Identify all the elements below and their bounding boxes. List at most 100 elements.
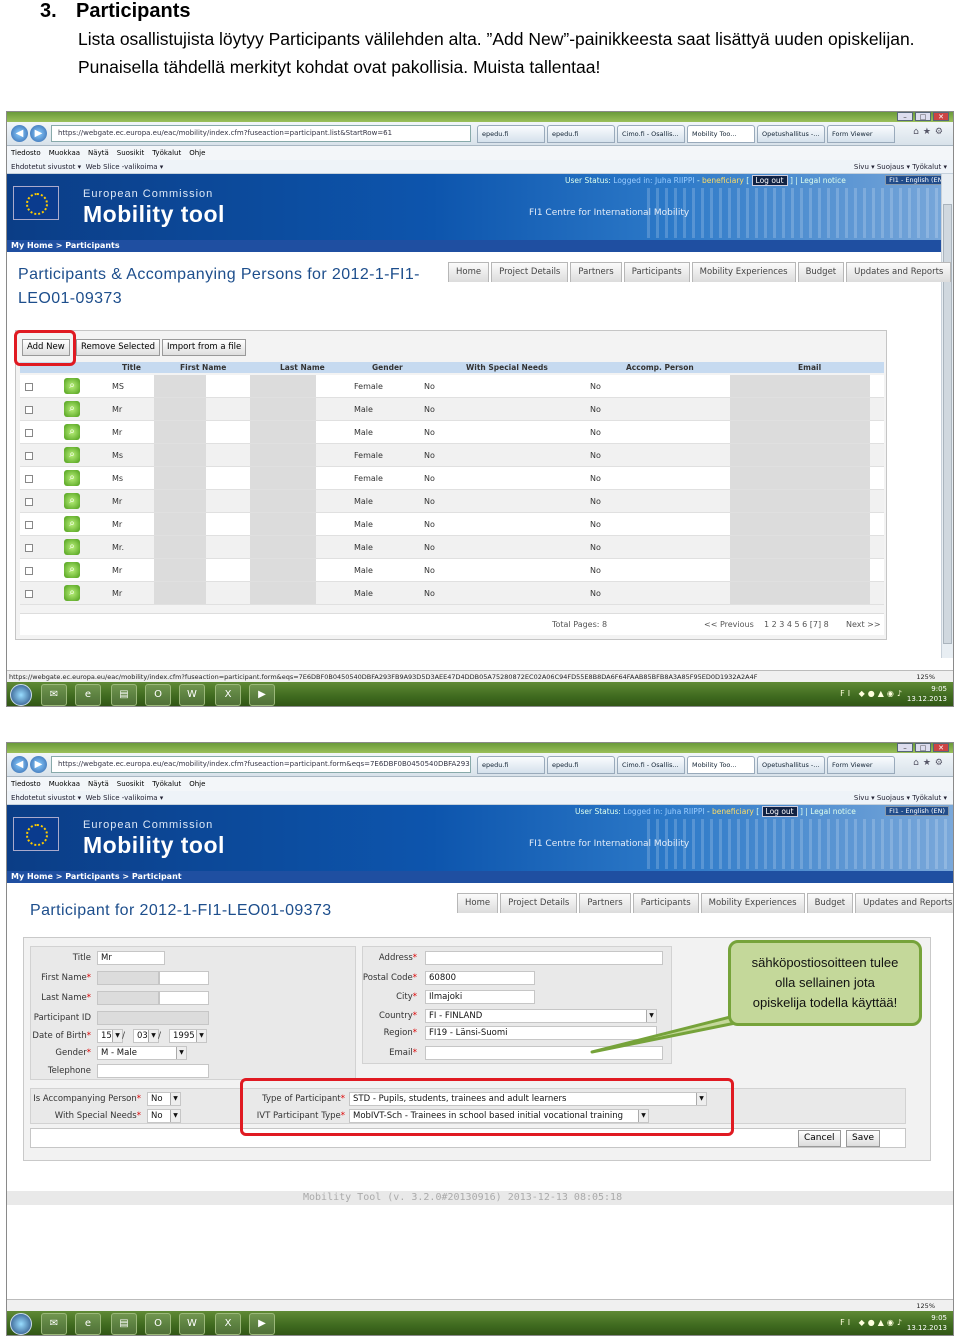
col-first-name[interactable]: First Name: [180, 362, 226, 373]
view-magnifier-icon[interactable]: ⌕: [64, 493, 80, 509]
ie-icon[interactable]: e: [75, 684, 101, 706]
browser-tab[interactable]: Cimo.fi - Osallis...: [617, 756, 685, 774]
tab-mobility-experiences[interactable]: Mobility Experiences: [691, 262, 796, 282]
suggested-sites-link[interactable]: Ehdotetut sivustot ▾: [11, 163, 81, 171]
legal-notice-link[interactable]: Legal notice: [810, 807, 856, 816]
start-button[interactable]: [10, 684, 32, 706]
url-input[interactable]: https://webgate.ec.europa.eu/eac/mobilit…: [51, 125, 471, 142]
tab-budget[interactable]: Budget: [797, 262, 845, 282]
view-magnifier-icon[interactable]: ⌕: [64, 539, 80, 555]
tab-updates-reports[interactable]: Updates and Reports: [855, 893, 953, 913]
browser-tab[interactable]: Cimo.fi - Osallis...: [617, 125, 685, 143]
view-magnifier-icon[interactable]: ⌕: [64, 401, 80, 417]
view-magnifier-icon[interactable]: ⌕: [64, 447, 80, 463]
tab-participants[interactable]: Participants: [623, 262, 690, 282]
table-row[interactable]: ⌕ Mr Male No No: [20, 559, 884, 582]
start-button[interactable]: [10, 1313, 32, 1335]
browser-tab-active[interactable]: Mobility Too...: [687, 125, 755, 143]
page-links[interactable]: 1 2 3 4 5 6 [7] 8: [764, 614, 829, 636]
command-bar[interactable]: Sivu ▾ Suojaus ▾ Työkalut ▾: [854, 791, 947, 805]
col-accomp-person[interactable]: Accomp. Person: [626, 362, 694, 373]
table-row[interactable]: ⌕ Mr Male No No: [20, 490, 884, 513]
menu-help[interactable]: Ohje: [189, 149, 205, 157]
menu-edit[interactable]: Muokkaa: [49, 149, 80, 157]
row-checkbox[interactable]: [25, 521, 33, 529]
remove-selected-button[interactable]: Remove Selected: [76, 339, 161, 356]
language-select[interactable]: FI1 - English (EN): [885, 175, 949, 185]
gender-select[interactable]: M - Male ▼: [97, 1046, 187, 1060]
tray-icons[interactable]: FI ◆●▲◉♪: [840, 689, 905, 698]
previous-link[interactable]: << Previous: [704, 614, 754, 636]
close-icon[interactable]: ✕: [933, 112, 949, 121]
breadcrumb[interactable]: My Home > Participants: [7, 240, 943, 252]
import-file-button[interactable]: Import from a file: [162, 339, 247, 356]
forward-icon[interactable]: ▶: [30, 125, 47, 142]
accompanying-select[interactable]: No ▼: [147, 1092, 181, 1106]
browser-tab[interactable]: Form Viewer: [827, 125, 895, 143]
scrollbar[interactable]: [941, 174, 953, 658]
tab-updates-reports[interactable]: Updates and Reports: [846, 262, 952, 282]
col-last-name[interactable]: Last Name: [280, 362, 325, 373]
row-checkbox[interactable]: [25, 567, 33, 575]
tab-partners[interactable]: Partners: [570, 262, 622, 282]
explorer-icon[interactable]: ▤: [111, 1313, 137, 1335]
zoom-level[interactable]: 125%: [916, 1300, 935, 1311]
tab-participants[interactable]: Participants: [632, 893, 699, 913]
web-slice-link[interactable]: Web Slice -valikoima ▾: [86, 794, 164, 802]
table-row[interactable]: ⌕ Ms Female No No: [20, 444, 884, 467]
explorer-icon[interactable]: ▤: [111, 684, 137, 706]
row-checkbox[interactable]: [25, 498, 33, 506]
tab-project-details[interactable]: Project Details: [500, 893, 578, 913]
outlook-icon[interactable]: ✉: [41, 684, 67, 706]
col-gender[interactable]: Gender: [372, 362, 403, 373]
web-slice-link[interactable]: Web Slice -valikoima ▾: [86, 163, 164, 171]
table-row[interactable]: ⌕ MS Female No No: [20, 375, 884, 398]
minimize-icon[interactable]: –: [897, 112, 913, 121]
col-special-needs[interactable]: With Special Needs: [466, 362, 548, 373]
menu-tools[interactable]: Työkalut: [152, 780, 181, 788]
col-title[interactable]: Title: [122, 362, 141, 373]
table-row[interactable]: ⌕ Mr Male No No: [20, 513, 884, 536]
language-select[interactable]: FI1 - English (EN): [885, 806, 949, 816]
row-checkbox[interactable]: [25, 475, 33, 483]
browser-tab[interactable]: Form Viewer: [827, 756, 895, 774]
tab-home[interactable]: Home: [457, 893, 499, 913]
browser-tab[interactable]: epedu.fi: [547, 125, 615, 143]
menu-file[interactable]: Tiedosto: [11, 149, 41, 157]
url-input[interactable]: https://webgate.ec.europa.eu/eac/mobilit…: [51, 756, 471, 773]
tab-partners[interactable]: Partners: [579, 893, 631, 913]
save-button[interactable]: Save: [846, 1130, 881, 1147]
word-icon[interactable]: W: [179, 1313, 205, 1335]
outlook-icon[interactable]: ✉: [41, 1313, 67, 1335]
tab-budget[interactable]: Budget: [806, 893, 854, 913]
title-field[interactable]: Mr: [97, 951, 165, 965]
maximize-icon[interactable]: □: [915, 743, 931, 752]
tray-icons[interactable]: FI ◆●▲◉♪: [840, 1318, 905, 1327]
table-row[interactable]: ⌕ Ms Female No No: [20, 467, 884, 490]
tab-project-details[interactable]: Project Details: [491, 262, 569, 282]
row-checkbox[interactable]: [25, 406, 33, 414]
last-name-field[interactable]: [97, 991, 159, 1005]
logout-button[interactable]: Log out: [751, 175, 788, 186]
email-field[interactable]: [425, 1046, 663, 1060]
clock[interactable]: 9:05 13.12.2013: [907, 684, 947, 704]
dob-year-select[interactable]: 1995 ▼: [169, 1029, 207, 1043]
command-bar[interactable]: Sivu ▾ Suojaus ▾ Työkalut ▾: [854, 160, 947, 174]
view-magnifier-icon[interactable]: ⌕: [64, 585, 80, 601]
region-field[interactable]: FI19 - Länsi-Suomi: [425, 1026, 657, 1040]
postal-code-field[interactable]: 60800: [425, 971, 535, 985]
close-icon[interactable]: ✕: [933, 743, 949, 752]
browser-tab-active[interactable]: Mobility Too...: [687, 756, 755, 774]
excel-icon[interactable]: X: [215, 684, 241, 706]
city-field[interactable]: Ilmajoki: [425, 990, 535, 1004]
row-checkbox[interactable]: [25, 429, 33, 437]
browser-tab[interactable]: epedu.fi: [547, 756, 615, 774]
suggested-sites-link[interactable]: Ehdotetut sivustot ▾: [11, 794, 81, 802]
office-icon[interactable]: O: [145, 1313, 171, 1335]
first-name-field[interactable]: [97, 971, 159, 985]
menu-help[interactable]: Ohje: [189, 780, 205, 788]
breadcrumb[interactable]: My Home > Participants > Participant: [7, 871, 953, 883]
view-magnifier-icon[interactable]: ⌕: [64, 378, 80, 394]
tab-mobility-experiences[interactable]: Mobility Experiences: [700, 893, 805, 913]
table-row[interactable]: ⌕ Mr Male No No: [20, 398, 884, 421]
